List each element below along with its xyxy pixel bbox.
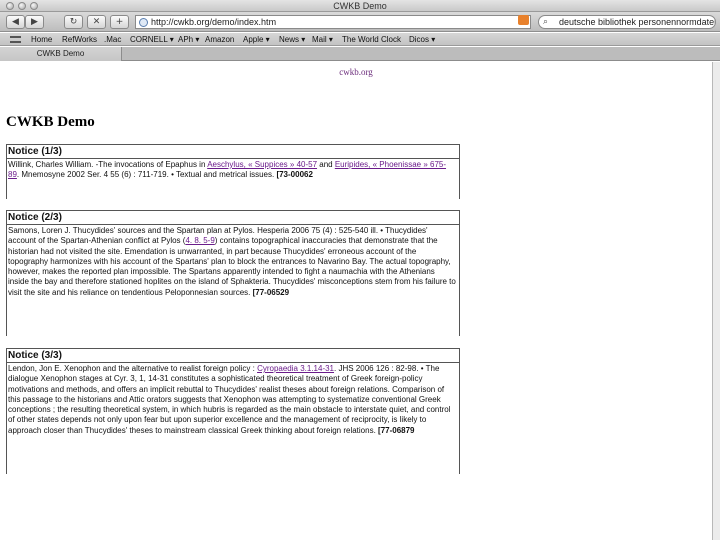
plus-icon: + <box>115 17 124 27</box>
bookmark-apple[interactable]: Apple ▾ <box>243 33 270 46</box>
notice-body: Samons, Loren J. Thucydides' sources and… <box>7 225 459 298</box>
bookmark-news[interactable]: News ▾ <box>279 33 305 46</box>
notice-heading: Notice (3/3) <box>7 349 459 363</box>
window-title: CWKB Demo <box>333 1 387 11</box>
notice-text: . JHS 2006 126 : 82-98. • The dialogue X… <box>8 364 451 435</box>
stop-button[interactable]: ✕ <box>87 15 106 29</box>
back-arrow-icon: ◀ <box>12 17 19 27</box>
bookmarks-menu-icon[interactable] <box>10 36 21 43</box>
bookmark-world-clock[interactable]: The World Clock <box>342 33 401 46</box>
page-content: cwkb.org CWKB Demo Notice (1/3) Willink,… <box>0 62 712 540</box>
vertical-scrollbar[interactable] <box>712 62 720 540</box>
rss-icon[interactable] <box>518 15 529 25</box>
tab-bar: CWKB Demo <box>0 47 720 61</box>
citation-link[interactable]: 4. 8. 5-9 <box>185 236 214 245</box>
notice-body: Lendon, Jon E. Xenophon and the alternat… <box>7 363 459 436</box>
notice-text: and <box>317 160 335 169</box>
bookmark-cornell[interactable]: CORNELL ▾ <box>130 33 174 46</box>
search-field[interactable]: ⌕ deutsche bibliothek personennormdaten <box>538 15 716 29</box>
stop-icon: ✕ <box>92 17 101 27</box>
notice-text: ) contains topographical inaccuracies th… <box>8 236 456 297</box>
address-bar[interactable]: http://cwkb.org/demo/index.htm <box>135 15 531 29</box>
search-text[interactable]: deutsche bibliothek personennormdaten <box>559 16 715 28</box>
reload-button[interactable]: ↻ <box>64 15 83 29</box>
address-text[interactable]: http://cwkb.org/demo/index.htm <box>151 16 276 28</box>
notice-heading: Notice (1/3) <box>7 145 459 159</box>
site-link[interactable]: cwkb.org <box>0 67 712 77</box>
bookmark-amazon[interactable]: Amazon <box>205 33 234 46</box>
bookmark-mac[interactable]: .Mac <box>104 33 121 46</box>
bookmark-refworks[interactable]: RefWorks <box>62 33 97 46</box>
citation-link[interactable]: Cyropaedia 3.1.14-31 <box>257 364 334 373</box>
window-title-bar: CWKB Demo <box>0 0 720 12</box>
notice-body: Willink, Charles William. -The invocatio… <box>7 159 459 181</box>
notice-text: Lendon, Jon E. Xenophon and the alternat… <box>8 364 258 373</box>
record-number: [77-06529 <box>252 287 290 297</box>
globe-icon <box>139 18 148 27</box>
bookmark-aph[interactable]: APh ▾ <box>178 33 199 46</box>
bookmarks-bar: Home RefWorks .Mac CORNELL ▾ APh ▾ Amazo… <box>0 33 720 46</box>
record-number: [77-06879 <box>378 425 415 435</box>
bookmark-mail[interactable]: Mail ▾ <box>312 33 333 46</box>
notice-2: Notice (2/3) Samons, Loren J. Thucydides… <box>6 210 460 336</box>
bookmark-dicos[interactable]: Dicos ▾ <box>409 33 435 46</box>
record-number: [73-00062 <box>276 170 313 180</box>
notice-1: Notice (1/3) Willink, Charles William. -… <box>6 144 460 199</box>
tab-cwkb-demo[interactable]: CWKB Demo <box>0 47 122 61</box>
notice-heading: Notice (2/3) <box>7 211 459 225</box>
page-title: CWKB Demo <box>6 114 95 130</box>
forward-arrow-icon: ▶ <box>31 17 38 27</box>
notice-text: Willink, Charles William. -The invocatio… <box>8 160 208 169</box>
bookmark-home[interactable]: Home <box>31 33 52 46</box>
notice-3: Notice (3/3) Lendon, Jon E. Xenophon and… <box>6 348 460 474</box>
back-button[interactable]: ◀ <box>6 15 25 29</box>
navigation-toolbar: ◀ ▶ ↻ ✕ + http://cwkb.org/demo/index.htm… <box>0 12 720 32</box>
forward-button[interactable]: ▶ <box>25 15 44 29</box>
search-icon: ⌕ <box>543 17 549 27</box>
notice-text: . Mnemosyne 2002 Ser. 4 55 (6) : 711-719… <box>16 170 277 180</box>
reload-icon: ↻ <box>69 17 78 27</box>
citation-link[interactable]: Aeschylus, « Suppices » 40-57 <box>207 160 317 169</box>
add-bookmark-button[interactable]: + <box>110 15 129 29</box>
